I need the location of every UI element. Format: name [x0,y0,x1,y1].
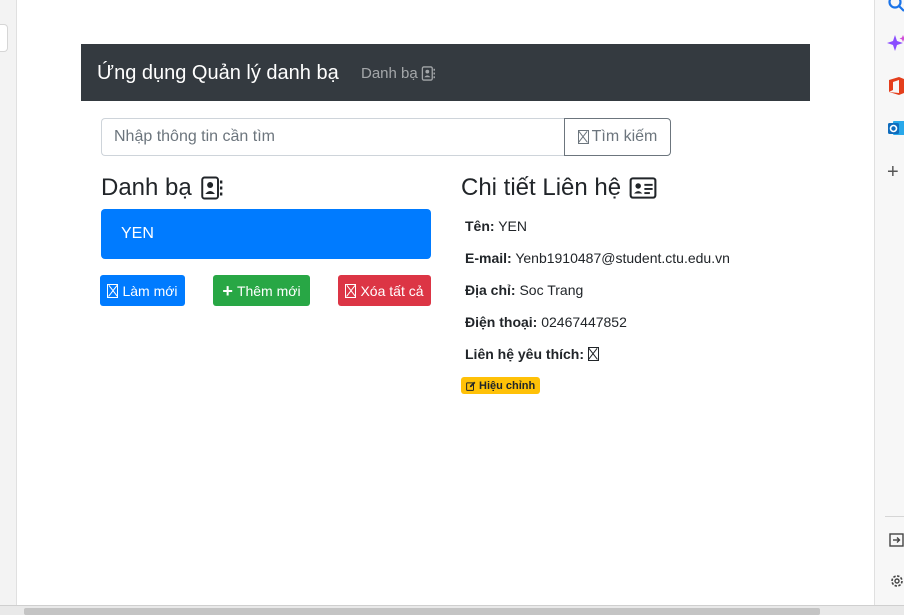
details-heading-text: Chi tiết Liên hệ [461,174,622,201]
refresh-button-label: Làm mới [122,282,178,299]
edit-contact-button[interactable]: Hiệu chỉnh [461,377,541,394]
contacts-heading: Danh bạ [101,174,224,202]
copilot-sparkle-icon[interactable] [887,34,904,54]
detail-phone-row: Điện thoại: 02467447852 [465,314,627,330]
missing-glyph-icon [107,283,119,298]
add-button-label: Thêm mới [236,282,301,299]
search-group: Tìm kiếm [101,118,671,156]
edit-contact-label: Hiệu chỉnh [479,379,536,392]
collapsed-panel-tab[interactable] [0,24,8,52]
outlook-icon[interactable] [887,118,904,138]
detail-name-label: Tên: [465,218,495,234]
nav-link-contacts[interactable]: Danh bạ [361,65,436,82]
refresh-button[interactable]: Làm mới [100,275,185,306]
app-brand[interactable]: Ứng dụng Quản lý danh bạ [97,62,339,85]
detail-name-value: YEN [498,218,527,234]
top-navbar: Ứng dụng Quản lý danh bạ Danh bạ [81,44,810,101]
office-icon[interactable] [887,76,904,96]
detail-address-label: Địa chỉ: [465,282,516,298]
detail-favorite-label: Liên hệ yêu thích: [465,346,585,362]
delete-all-button[interactable]: Xóa tất cả [338,275,431,306]
search-input[interactable] [101,118,564,156]
search-button-label: Tìm kiếm [591,128,658,145]
add-icon[interactable]: + [887,162,904,182]
address-book-icon [201,176,223,200]
search-icon[interactable] [887,0,904,14]
contact-list: YEN [101,209,431,259]
list-item[interactable]: YEN [101,209,431,259]
detail-phone-value: 02467447852 [541,314,627,330]
sidebar-divider [885,516,904,517]
detail-name-row: Tên: YEN [465,218,527,234]
sidebar-toggle-icon[interactable] [887,530,904,550]
horizontal-scrollbar[interactable] [0,605,904,615]
add-contact-button[interactable]: + Thêm mới [213,275,310,306]
scrollbar-thumb[interactable] [24,608,820,615]
detail-email-row: E-mail: Yenb1910487@student.ctu.edu.vn [465,250,730,266]
delete-all-button-label: Xóa tất cả [360,282,424,299]
search-button[interactable]: Tìm kiếm [564,118,671,156]
detail-favorite-row: Liên hệ yêu thích: [465,346,599,362]
browser-sidebar: + [874,0,904,605]
missing-glyph-icon [587,347,599,361]
detail-email-label: E-mail: [465,250,512,266]
address-book-icon [421,66,435,81]
gear-icon[interactable] [887,571,904,591]
detail-address-value: Soc Trang [519,282,584,298]
missing-glyph-icon [345,283,357,298]
browser-left-gutter [0,0,17,605]
detail-email-value: Yenb1910487@student.ctu.edu.vn [515,250,730,266]
plus-icon: + [222,280,233,301]
edit-icon [466,381,476,391]
address-card-icon [629,177,657,199]
nav-link-label: Danh bạ [361,65,418,82]
missing-glyph-icon [577,130,589,144]
details-heading: Chi tiết Liên hệ [461,174,657,202]
detail-phone-label: Điện thoại: [465,314,538,330]
contact-item-label: YEN [121,225,154,242]
contacts-heading-text: Danh bạ [101,174,192,201]
detail-address-row: Địa chỉ: Soc Trang [465,282,583,298]
